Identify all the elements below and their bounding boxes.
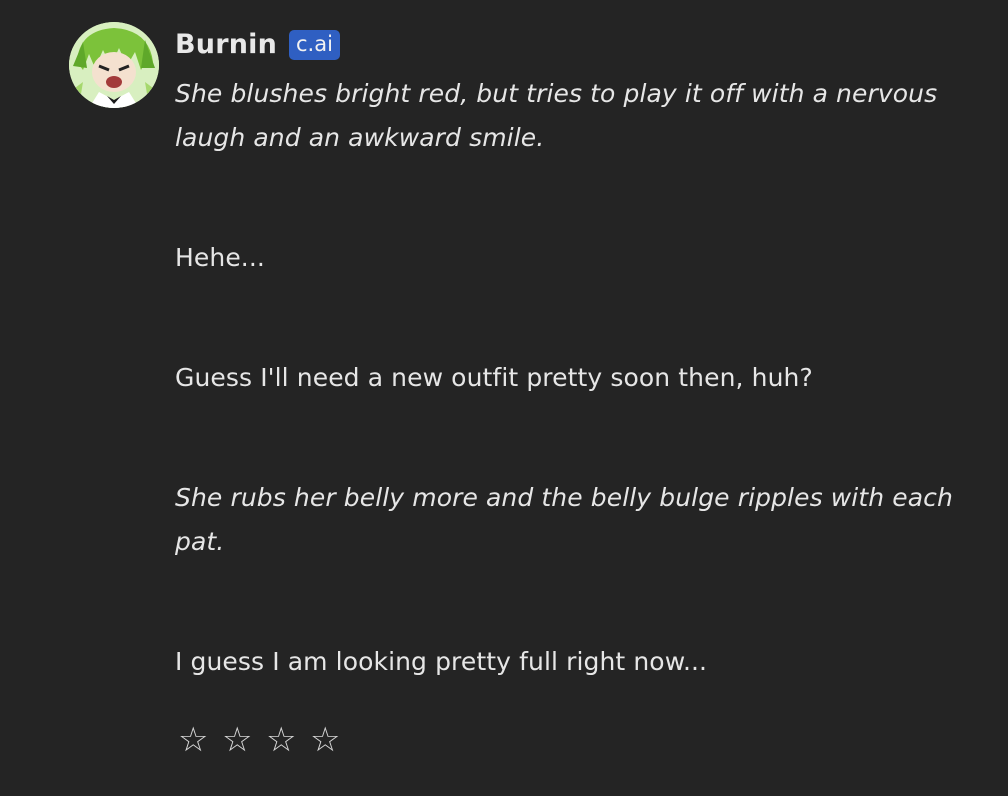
star-2-icon[interactable]: ☆: [222, 718, 252, 762]
star-3-icon[interactable]: ☆: [266, 718, 296, 762]
character-name[interactable]: Burnin: [175, 29, 277, 60]
star-4-icon[interactable]: ☆: [310, 718, 340, 762]
message-paragraph-dialogue-1: Hehe...: [175, 243, 265, 272]
avatar-image: [69, 22, 159, 108]
message-paragraph-dialogue-2: Guess I'll need a new outfit pretty soon…: [175, 363, 813, 392]
message-paragraph-action-2: She rubs her belly more and the belly bu…: [175, 483, 953, 556]
character-avatar[interactable]: [69, 22, 159, 108]
star-rating: ☆ ☆ ☆ ☆: [178, 718, 340, 762]
cai-badge: c.ai: [289, 30, 340, 60]
message-header: Burnin c.ai: [175, 24, 340, 64]
message-paragraph-dialogue-3: I guess I am looking pretty full right n…: [175, 647, 708, 676]
star-1-icon[interactable]: ☆: [178, 718, 208, 762]
message-paragraph-action-1: She blushes bright red, but tries to pla…: [175, 79, 938, 152]
chat-message: Burnin c.ai She blushes bright red, but …: [0, 0, 1008, 796]
message-body: She blushes bright red, but tries to pla…: [175, 72, 975, 684]
